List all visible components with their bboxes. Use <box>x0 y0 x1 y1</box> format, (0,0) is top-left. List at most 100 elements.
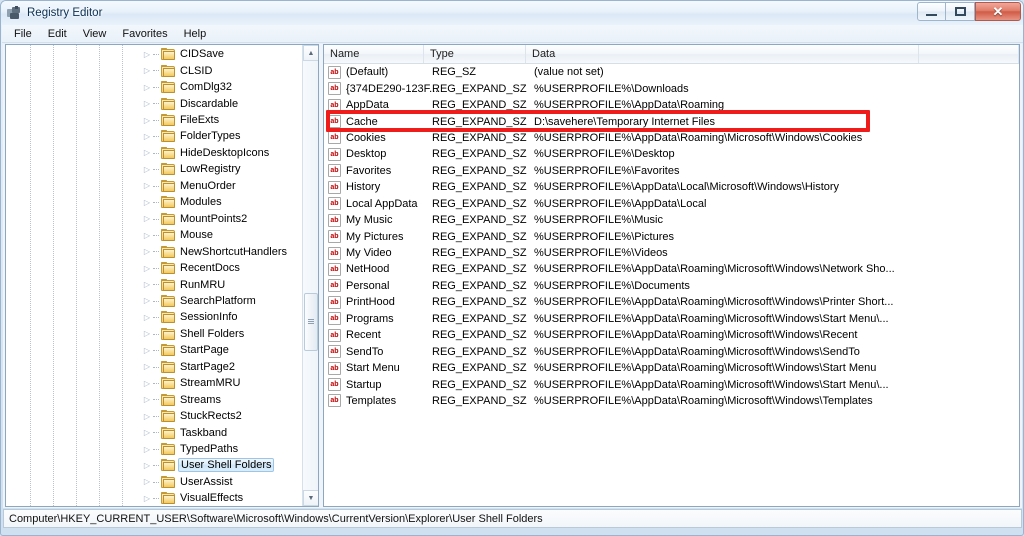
menu-item-file[interactable]: File <box>6 26 40 42</box>
registry-value-row[interactable]: ab History REG_EXPAND_SZ %USERPROFILE%\AppD… <box>324 179 1019 195</box>
registry-value-row[interactable]: ab AppData REG_EXPAND_SZ %USERPROFILE%\AppD… <box>324 97 1019 113</box>
expand-arrow-icon[interactable]: ▷ <box>142 230 152 240</box>
registry-value-row[interactable]: ab Recent REG_EXPAND_SZ %USERPROFILE%\AppDa… <box>324 327 1019 343</box>
value-data: D:\savehere\Temporary Internet Files <box>534 115 715 128</box>
tree-item-streammru[interactable]: ▷ StreamMRU <box>6 375 302 391</box>
registry-value-row[interactable]: ab (Default) REG_SZ (value not set) <box>324 64 1019 80</box>
expand-arrow-icon[interactable]: ▷ <box>142 247 152 257</box>
tree-item-newshortcuthandlers[interactable]: ▷ NewShortcutHandlers <box>6 243 302 259</box>
value-data: %USERPROFILE%\AppData\Roaming\Microsoft\… <box>534 362 877 375</box>
registry-values-pane[interactable]: Name Type Data ab (Default) REG_SZ (value not… <box>323 44 1020 507</box>
tree-item-streams[interactable]: ▷ Streams <box>6 391 302 407</box>
expand-arrow-icon[interactable]: ▷ <box>142 444 152 454</box>
expand-arrow-icon[interactable]: ▷ <box>142 428 152 438</box>
tree-item-taskband[interactable]: ▷ Taskband <box>6 424 302 440</box>
registry-value-row[interactable]: ab My Music REG_EXPAND_SZ %USERPROFILE%\Mus… <box>324 212 1019 228</box>
tree-scrollbar[interactable]: ▲ ▼ <box>302 45 318 506</box>
expand-arrow-icon[interactable]: ▷ <box>142 164 152 174</box>
expand-arrow-icon[interactable]: ▷ <box>142 362 152 372</box>
expand-arrow-icon[interactable]: ▷ <box>142 197 152 207</box>
tree-item-startpage[interactable]: ▷ StartPage <box>6 342 302 358</box>
expand-arrow-icon[interactable]: ▷ <box>142 66 152 76</box>
column-header-blank[interactable] <box>919 45 1019 63</box>
tree-item-recentdocs[interactable]: ▷ RecentDocs <box>6 260 302 276</box>
expand-arrow-icon[interactable]: ▷ <box>142 395 152 405</box>
registry-value-row[interactable]: ab SendTo REG_EXPAND_SZ %USERPROFILE%\AppDa… <box>324 343 1019 359</box>
value-data: %USERPROFILE%\Desktop <box>534 148 675 161</box>
registry-value-row[interactable]: ab Cache REG_EXPAND_SZ D:\savehere\Temporar… <box>324 113 1019 129</box>
expand-arrow-icon[interactable]: ▷ <box>142 115 152 125</box>
registry-value-row[interactable]: ab Local AppData REG_EXPAND_SZ %USERPROFILE… <box>324 196 1019 212</box>
tree-item-cidsave[interactable]: ▷ CIDSave <box>6 46 302 62</box>
tree-item-shell-folders[interactable]: ▷ Shell Folders <box>6 326 302 342</box>
tree-item-stuckrects2[interactable]: ▷ StuckRects2 <box>6 408 302 424</box>
tree-connector <box>153 218 159 220</box>
tree-item-lowregistry[interactable]: ▷ LowRegistry <box>6 161 302 177</box>
expand-arrow-icon[interactable]: ▷ <box>142 280 152 290</box>
registry-value-row[interactable]: ab My Pictures REG_EXPAND_SZ %USERPROFILE%\… <box>324 228 1019 244</box>
expand-arrow-icon[interactable]: ▷ <box>142 263 152 273</box>
tree-item-runmru[interactable]: ▷ RunMRU <box>6 276 302 292</box>
column-header-name[interactable]: Name <box>324 45 424 63</box>
tree-item-user-shell-folders[interactable]: ▷ User Shell Folders <box>6 457 302 473</box>
expand-arrow-icon[interactable]: ▷ <box>142 131 152 141</box>
tree-item-userassist[interactable]: ▷ UserAssist <box>6 474 302 490</box>
registry-value-row[interactable]: ab Desktop REG_EXPAND_SZ %USERPROFILE%\Desk… <box>324 146 1019 162</box>
registry-value-row[interactable]: ab My Video REG_EXPAND_SZ %USERPROFILE%\Vid… <box>324 245 1019 261</box>
tree-item-fileexts[interactable]: ▷ FileExts <box>6 112 302 128</box>
registry-value-row[interactable]: ab {374DE290-123F... REG_EXPAND_SZ %USERPRO… <box>324 80 1019 96</box>
expand-arrow-icon[interactable]: ▷ <box>142 378 152 388</box>
registry-value-row[interactable]: ab PrintHood REG_EXPAND_SZ %USERPROFILE%\Ap… <box>324 294 1019 310</box>
minimize-button[interactable] <box>917 2 946 21</box>
tree-item-searchplatform[interactable]: ▷ SearchPlatform <box>6 293 302 309</box>
value-type: REG_SZ <box>432 66 477 79</box>
expand-arrow-icon[interactable]: ▷ <box>142 477 152 487</box>
tree-item-modules[interactable]: ▷ Modules <box>6 194 302 210</box>
scroll-up-button[interactable]: ▲ <box>303 45 318 61</box>
registry-value-row[interactable]: ab Start Menu REG_EXPAND_SZ %USERPROFILE%\A… <box>324 360 1019 376</box>
registry-value-row[interactable]: ab Cookies REG_EXPAND_SZ %USERPROFILE%\AppD… <box>324 130 1019 146</box>
tree-item-visualeffects[interactable]: ▷ VisualEffects <box>6 490 302 506</box>
expand-arrow-icon[interactable]: ▷ <box>142 181 152 191</box>
tree-item-discardable[interactable]: ▷ Discardable <box>6 95 302 111</box>
expand-arrow-icon[interactable]: ▷ <box>142 329 152 339</box>
expand-arrow-icon[interactable]: ▷ <box>142 460 152 470</box>
tree-item-typedpaths[interactable]: ▷ TypedPaths <box>6 441 302 457</box>
tree-item-startpage2[interactable]: ▷ StartPage2 <box>6 359 302 375</box>
expand-arrow-icon[interactable]: ▷ <box>142 493 152 503</box>
expand-arrow-icon[interactable]: ▷ <box>142 345 152 355</box>
tree-item-menuorder[interactable]: ▷ MenuOrder <box>6 178 302 194</box>
expand-arrow-icon[interactable]: ▷ <box>142 411 152 421</box>
tree-item-clsid[interactable]: ▷ CLSID <box>6 62 302 78</box>
expand-arrow-icon[interactable]: ▷ <box>142 49 152 59</box>
registry-value-row[interactable]: ab Favorites REG_EXPAND_SZ %USERPROFILE%\Fa… <box>324 163 1019 179</box>
registry-tree-pane[interactable]: ▷ CIDSave ▷ CLSID ▷ ComDlg32 ▷ Discardable ▷ File… <box>5 44 319 507</box>
tree-item-foldertypes[interactable]: ▷ FolderTypes <box>6 128 302 144</box>
registry-value-row[interactable]: ab Startup REG_EXPAND_SZ %USERPROFILE%\AppD… <box>324 376 1019 392</box>
maximize-button[interactable] <box>946 2 975 21</box>
menu-item-favorites[interactable]: Favorites <box>114 26 175 42</box>
menu-item-view[interactable]: View <box>75 26 115 42</box>
expand-arrow-icon[interactable]: ▷ <box>142 148 152 158</box>
tree-item-hidedesktopicons[interactable]: ▷ HideDesktopIcons <box>6 145 302 161</box>
menu-item-edit[interactable]: Edit <box>40 26 75 42</box>
tree-item-sessioninfo[interactable]: ▷ SessionInfo <box>6 309 302 325</box>
scroll-down-button[interactable]: ▼ <box>303 490 318 506</box>
close-button[interactable]: ✕ <box>975 2 1021 21</box>
column-header-data[interactable]: Data <box>526 45 919 63</box>
expand-arrow-icon[interactable]: ▷ <box>142 82 152 92</box>
tree-item-comdlg32[interactable]: ▷ ComDlg32 <box>6 79 302 95</box>
registry-value-row[interactable]: ab NetHood REG_EXPAND_SZ %USERPROFILE%\AppD… <box>324 261 1019 277</box>
registry-value-row[interactable]: ab Templates REG_EXPAND_SZ %USERPROFILE%\Ap… <box>324 393 1019 409</box>
expand-arrow-icon[interactable]: ▷ <box>142 312 152 322</box>
column-header-type[interactable]: Type <box>424 45 526 63</box>
expand-arrow-icon[interactable]: ▷ <box>142 99 152 109</box>
tree-item-mountpoints2[interactable]: ▷ MountPoints2 <box>6 211 302 227</box>
registry-value-row[interactable]: ab Personal REG_EXPAND_SZ %USERPROFILE%\Doc… <box>324 278 1019 294</box>
registry-value-row[interactable]: ab Programs REG_EXPAND_SZ %USERPROFILE%\App… <box>324 311 1019 327</box>
tree-item-mouse[interactable]: ▷ Mouse <box>6 227 302 243</box>
menu-item-help[interactable]: Help <box>176 26 215 42</box>
scrollbar-thumb[interactable] <box>304 293 318 351</box>
expand-arrow-icon[interactable]: ▷ <box>142 296 152 306</box>
expand-arrow-icon[interactable]: ▷ <box>142 214 152 224</box>
